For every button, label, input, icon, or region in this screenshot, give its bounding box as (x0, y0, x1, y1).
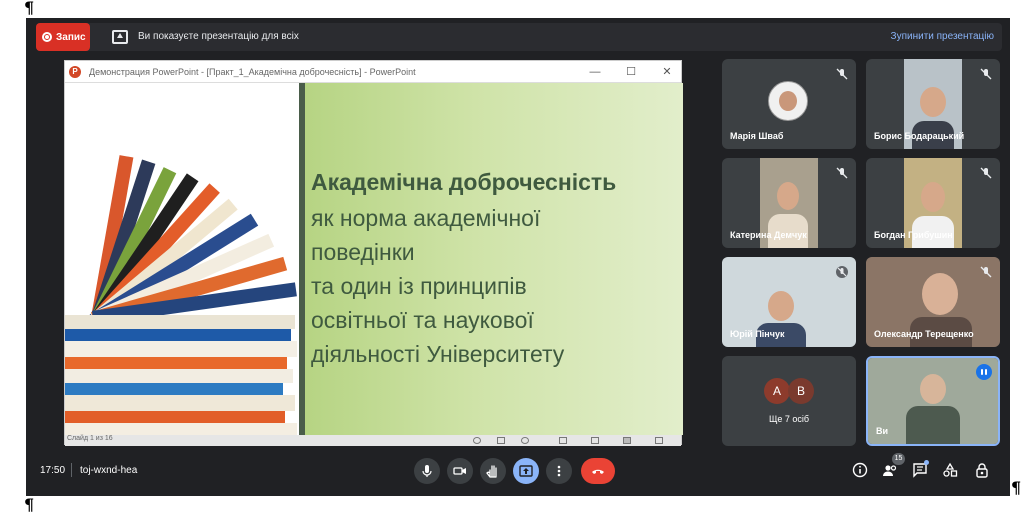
participant-face (779, 91, 797, 111)
participant-tile[interactable]: Олександр Терещенко (866, 257, 1000, 347)
hang-up-button[interactable] (581, 458, 615, 484)
presentation-banner: Запис Ви показуєте презентацію для всіх … (36, 23, 1002, 51)
people-count-badge: 15 (892, 453, 905, 465)
present-screen-icon (519, 465, 533, 477)
slide-line: освітньої та наукової (311, 307, 534, 333)
mic-off-icon (836, 166, 848, 179)
more-participants-label: Ще 7 осіб (768, 414, 810, 424)
pilcrow-right: ¶ (1011, 478, 1022, 497)
participant-face (777, 182, 799, 210)
participant-tile[interactable]: Марія Шваб (722, 59, 856, 149)
divider (71, 463, 72, 477)
slide-line: діяльності Університету (311, 341, 565, 367)
slide-canvas: Академічна доброчесність як норма академ… (65, 83, 683, 435)
participant-face (922, 273, 958, 315)
sorter-view-icon[interactable] (591, 437, 599, 444)
mic-off-icon (980, 265, 992, 278)
camera-button[interactable] (447, 458, 473, 484)
hang-up-icon (592, 469, 604, 474)
powerpoint-window: P Демонстрация PowerPoint - [Практ_1_Ака… (64, 60, 683, 446)
self-tile[interactable]: Ви (866, 356, 1000, 446)
slide-counter: Слайд 1 из 16 (67, 435, 113, 442)
meeting-time: 17:50 (40, 465, 66, 476)
camera-icon (453, 467, 466, 475)
participant-face (921, 182, 945, 212)
participant-name: Юрій Пінчук (730, 329, 785, 339)
next-slide-icon[interactable] (521, 437, 529, 444)
activities-button[interactable] (942, 462, 958, 478)
slide-line: та один із принципів (311, 273, 527, 299)
slide-line: як норма академічної (311, 205, 541, 231)
books-image (65, 83, 299, 435)
self-face (920, 374, 946, 404)
raise-hand-icon (486, 465, 497, 478)
close-icon[interactable]: ✕ (659, 64, 675, 80)
minimize-icon[interactable]: — (587, 64, 603, 80)
self-name: Ви (876, 426, 889, 436)
slide-text-panel: Академічна доброчесність як норма академ… (305, 83, 683, 435)
speaking-indicator-icon (976, 364, 992, 380)
record-icon (42, 32, 52, 42)
participant-tile[interactable]: Юрій Пінчук (722, 257, 856, 347)
host-controls-button[interactable] (974, 462, 990, 478)
info-button[interactable] (852, 462, 868, 478)
slideshow-view-icon[interactable] (655, 437, 663, 444)
powerpoint-statusbar: Слайд 1 из 16 (65, 435, 681, 446)
more-options-icon (557, 465, 561, 477)
participant-name: Богдан Грибушин (874, 230, 953, 240)
maximize-icon[interactable]: ☐ (623, 64, 639, 80)
more-options-button[interactable] (546, 458, 572, 484)
normal-view-icon[interactable] (559, 437, 567, 444)
more-participants-tile[interactable]: А В Ще 7 осіб (722, 356, 856, 446)
record-label: Запис (56, 31, 86, 43)
mic-icon (422, 465, 432, 477)
participant-tile[interactable]: Борис Бодарацький (866, 59, 1000, 149)
powerpoint-window-title: Демонстрация PowerPoint - [Практ_1_Акаде… (89, 67, 416, 77)
present-notice: Ви показуєте презентацію для всіх (138, 31, 299, 42)
pilcrow-bottom: ¶ (24, 495, 35, 514)
mic-off-icon (836, 265, 848, 278)
participant-name: Марія Шваб (730, 131, 784, 141)
participant-face (768, 291, 794, 321)
present-screen-button[interactable] (513, 458, 539, 484)
participant-avatar: В (788, 378, 814, 404)
participant-avatar: А (764, 378, 790, 404)
chat-notification-dot (924, 460, 929, 465)
reading-view-icon[interactable] (623, 437, 631, 444)
participant-tile[interactable]: Богдан Грибушин (866, 158, 1000, 248)
slide-menu-icon[interactable] (497, 437, 505, 444)
mic-button[interactable] (414, 458, 440, 484)
participant-name: Катерина Демчук (730, 230, 807, 240)
mic-off-icon (836, 67, 848, 80)
mic-off-icon (980, 67, 992, 80)
mic-off-icon (980, 166, 992, 179)
host-controls-icon (976, 463, 988, 478)
slide-line: поведінки (311, 239, 415, 265)
powerpoint-titlebar: P Демонстрация PowerPoint - [Практ_1_Ака… (65, 61, 681, 83)
participant-tile[interactable]: Катерина Демчук (722, 158, 856, 248)
powerpoint-logo-icon: P (69, 66, 81, 78)
pilcrow-top: ¶ (24, 0, 35, 17)
info-icon (852, 462, 868, 478)
present-icon (112, 30, 128, 44)
activities-icon (943, 462, 958, 477)
participant-name: Олександр Терещенко (874, 329, 974, 339)
books-illustration (65, 83, 299, 435)
prev-slide-icon[interactable] (473, 437, 481, 444)
record-button[interactable]: Запис (36, 23, 90, 51)
meeting-code: toj-wxnd-hea (80, 465, 138, 476)
stop-presenting-button[interactable]: Зупинити презентацію (891, 31, 994, 42)
participant-face (920, 87, 946, 117)
self-body (906, 406, 960, 444)
raise-hand-button[interactable] (480, 458, 506, 484)
slide-heading: Академічна доброчесність (311, 169, 617, 195)
meet-window: Запис Ви показуєте презентацію для всіх … (26, 18, 1010, 496)
participant-name: Борис Бодарацький (874, 131, 965, 141)
